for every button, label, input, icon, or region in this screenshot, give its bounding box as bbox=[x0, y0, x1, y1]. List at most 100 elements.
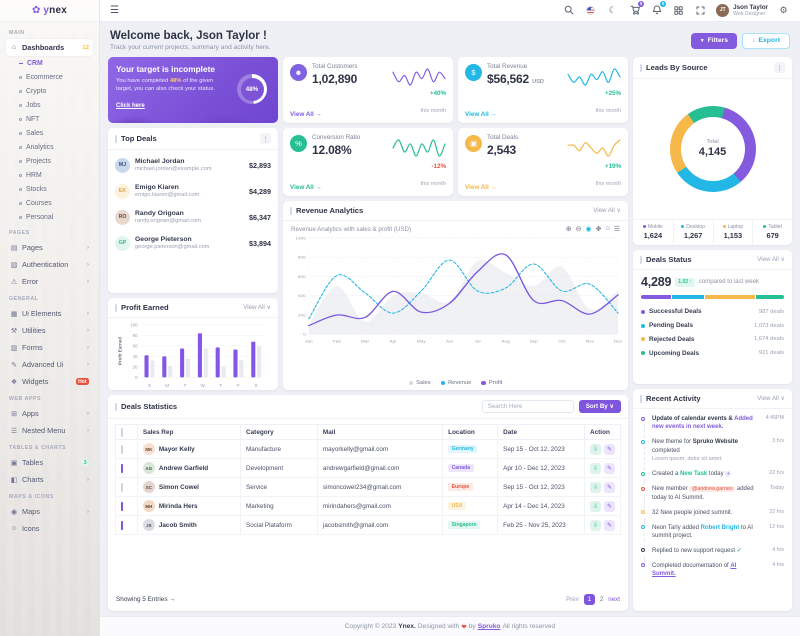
pagination-prev[interactable]: Prev bbox=[566, 596, 579, 603]
language-flag-icon[interactable] bbox=[584, 4, 597, 17]
sidebar-subitem-analytics[interactable]: Analytics bbox=[6, 140, 93, 154]
activity-item: Completed documentation of AI Summit.4 h… bbox=[641, 562, 784, 585]
fullscreen-icon[interactable] bbox=[694, 4, 707, 17]
home-reset-icon[interactable]: ⌂ bbox=[605, 225, 609, 233]
view-all-link[interactable]: View All → bbox=[465, 184, 497, 191]
sidebar-item-pages[interactable]: ▤Pages› bbox=[6, 239, 93, 256]
cart-icon[interactable]: 5 bbox=[628, 4, 641, 17]
download-action-button[interactable]: ⇩ bbox=[590, 501, 601, 512]
select-all-checkbox[interactable] bbox=[121, 428, 123, 437]
filters-button[interactable]: ▼Filters bbox=[691, 33, 737, 49]
sidebar-item-maps[interactable]: ◉Maps› bbox=[6, 503, 93, 520]
sidebar-subitem-label: Courses bbox=[26, 200, 52, 207]
row-checkbox[interactable] bbox=[121, 483, 123, 492]
bullet-icon bbox=[19, 118, 22, 121]
view-all-dropdown[interactable]: View All ∨ bbox=[243, 304, 271, 311]
zoom-out-icon[interactable]: ⊖ bbox=[576, 225, 582, 233]
view-all-dropdown[interactable]: View All ∨ bbox=[757, 256, 785, 263]
target-click-here-link[interactable]: Click here bbox=[116, 103, 145, 109]
pagination-next[interactable]: next bbox=[608, 596, 620, 603]
sidebar-item-icons[interactable]: ☺Icons bbox=[6, 520, 93, 537]
spruko-link[interactable]: Spruko bbox=[478, 623, 501, 630]
pan-icon[interactable]: ✥ bbox=[596, 225, 602, 233]
sidebar-subitem-crm[interactable]: CRM bbox=[6, 56, 93, 70]
avatar: JT bbox=[716, 4, 729, 17]
pagination-page-1[interactable]: 1 bbox=[584, 594, 595, 605]
edit-action-button[interactable]: ✎ bbox=[604, 482, 615, 493]
sidebar-item-forms[interactable]: ▥Forms› bbox=[6, 339, 93, 356]
download-action-button[interactable]: ⇩ bbox=[590, 482, 601, 493]
sidebar-item-advanced-ui[interactable]: ✎Advanced Ui› bbox=[6, 356, 93, 373]
view-all-link[interactable]: View All → bbox=[290, 111, 322, 118]
brand-logo[interactable]: ✿ ynex bbox=[0, 0, 99, 22]
sidebar-subitem-personal[interactable]: Personal bbox=[6, 210, 93, 224]
sidebar-item-ui-elements[interactable]: ▦Ui Elements› bbox=[6, 305, 93, 322]
more-options-button[interactable]: ⋮ bbox=[774, 62, 785, 73]
edit-action-button[interactable]: ✎ bbox=[604, 444, 615, 455]
svg-text:40: 40 bbox=[133, 354, 138, 359]
table-search-input[interactable] bbox=[482, 400, 574, 413]
user-menu[interactable]: JT Json Taylor Web Designer bbox=[716, 4, 768, 17]
row-checkbox[interactable] bbox=[121, 445, 123, 454]
top-deal-row[interactable]: MJMichael Jordanmichael.jordan@example.c… bbox=[108, 152, 278, 178]
export-button[interactable]: ↓Export bbox=[742, 33, 790, 49]
top-deal-row[interactable]: EKEmigo Kiarenemigo.kiaren@gmail.com$4,2… bbox=[108, 178, 278, 204]
view-all-dropdown[interactable]: View All ∨ bbox=[593, 207, 621, 214]
view-all-link[interactable]: View All → bbox=[290, 184, 322, 191]
download-icon: ↓ bbox=[752, 37, 755, 44]
user-name: Json Taylor bbox=[733, 4, 768, 11]
sidebar-subitem-jobs[interactable]: Jobs bbox=[6, 98, 93, 112]
zoom-in-icon[interactable]: ⊕ bbox=[566, 225, 572, 233]
apps-grid-icon[interactable] bbox=[672, 4, 685, 17]
sort-by-button[interactable]: Sort By ∨ bbox=[579, 400, 621, 413]
svg-text:Nov: Nov bbox=[586, 339, 595, 344]
settings-gear-icon[interactable]: ⚙ bbox=[777, 4, 790, 17]
sidebar-subitem-courses[interactable]: Courses bbox=[6, 196, 93, 210]
edit-action-button[interactable]: ✎ bbox=[604, 501, 615, 512]
sidebar-subitem-stocks[interactable]: Stocks bbox=[6, 182, 93, 196]
edit-action-button[interactable]: ✎ bbox=[604, 463, 615, 474]
row-checkbox[interactable] bbox=[121, 521, 123, 530]
search-icon[interactable] bbox=[562, 4, 575, 17]
sidebar-item-error[interactable]: ⚠Error› bbox=[6, 273, 93, 290]
row-checkbox[interactable] bbox=[121, 464, 123, 473]
sidebar-subitem-crypto[interactable]: Crypto bbox=[6, 84, 93, 98]
sidebar-item-tables[interactable]: ▣Tables3 bbox=[6, 454, 93, 471]
sidebar-subitem-projects[interactable]: Projects bbox=[6, 154, 93, 168]
edit-action-button[interactable]: ✎ bbox=[604, 520, 615, 531]
sidebar-item-authentication[interactable]: ▧Authentication› bbox=[6, 256, 93, 273]
svg-text:Oct: Oct bbox=[558, 339, 566, 344]
activity-time: 3 hrs bbox=[772, 438, 784, 445]
more-options-button[interactable]: ⋮ bbox=[260, 133, 271, 144]
sidebar-item-dashboards[interactable]: ⌂Dashboards12 bbox=[6, 39, 93, 56]
dark-mode-moon-icon[interactable]: ☾ bbox=[606, 4, 619, 17]
hamburger-menu-icon[interactable]: ☰ bbox=[110, 5, 119, 16]
svg-text:Jan: Jan bbox=[305, 339, 313, 344]
sidebar-subitem-hrm[interactable]: HRM bbox=[6, 168, 93, 182]
sidebar-item-charts[interactable]: ◧Charts› bbox=[6, 471, 93, 488]
row-checkbox[interactable] bbox=[121, 502, 123, 511]
sidebar-item-widgets[interactable]: ❖WidgetsHot bbox=[6, 373, 93, 390]
download-action-button[interactable]: ⇩ bbox=[590, 520, 601, 531]
leads-legend-cell: Mobile1,624 bbox=[633, 220, 673, 246]
notifications-bell-icon[interactable]: 0 bbox=[650, 4, 663, 17]
download-action-button[interactable]: ⇩ bbox=[590, 463, 601, 474]
sidebar-subitem-sales[interactable]: Sales bbox=[6, 126, 93, 140]
column-header: Action bbox=[585, 425, 621, 440]
sidebar-item-nested-menu[interactable]: ☰Nested Menu› bbox=[6, 422, 93, 439]
view-all-link[interactable]: View All → bbox=[465, 111, 497, 118]
top-deal-row[interactable]: RORandy Origoanrandy.origoan@gmail.com$6… bbox=[108, 204, 278, 230]
sidebar-subitem-nft[interactable]: NFT bbox=[6, 112, 93, 126]
sidebar-subitem-ecommerce[interactable]: Ecommerce bbox=[6, 70, 93, 84]
card-title: Deals Statistics bbox=[115, 402, 177, 411]
menu-icon[interactable]: ☰ bbox=[614, 225, 620, 233]
view-all-dropdown[interactable]: View All ∨ bbox=[757, 395, 785, 402]
pagination-page-2[interactable]: 2 bbox=[600, 596, 603, 603]
sidebar-item-apps[interactable]: ⊞Apps› bbox=[6, 405, 93, 422]
download-action-button[interactable]: ⇩ bbox=[590, 444, 601, 455]
sidebar-subitem-label: NFT bbox=[26, 116, 39, 123]
stat-label: Total Customers bbox=[312, 63, 358, 70]
sidebar-item-utilities[interactable]: ⚒Utilities› bbox=[6, 322, 93, 339]
zoom-selection-icon[interactable]: ◉ bbox=[586, 225, 592, 233]
top-deal-row[interactable]: GPGeorge Pietersongeorge.pieterson@gmail… bbox=[108, 230, 278, 256]
